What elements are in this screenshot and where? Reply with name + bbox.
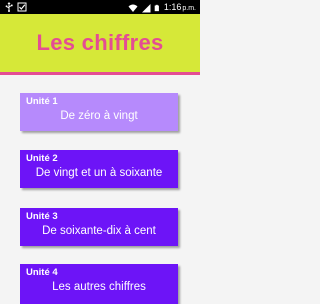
unit-number: Unité 3 [26,211,58,222]
unit-label: De vingt et un à soixante [35,167,163,179]
clock-time: 1:16 [163,2,182,12]
signal-icon [141,4,151,13]
unit-card-2[interactable]: Unité 2 De vingt et un à soixante [20,150,178,188]
unit-number: Unité 4 [26,267,58,278]
unit-card-4[interactable]: Unité 4 Les autres chiffres [20,264,178,304]
page-title: Les chiffres [36,30,164,55]
unit-label: De zéro à vingt [60,110,138,122]
unit-card-3[interactable]: Unité 3 De soixante-dix à cent [20,208,178,246]
clock-ampm: p.m. [182,5,196,12]
battery-icon [154,4,159,12]
unit-label: De soixante-dix à cent [42,225,156,237]
checkbox-icon [17,2,27,12]
status-bar-notifications [4,2,27,12]
header-divider [0,72,200,75]
unit-card-1[interactable]: Unité 1 De zéro à vingt [20,93,178,131]
status-bar-system: 1:16p.m. [128,1,196,15]
unit-label: Les autres chiffres [52,281,146,293]
wifi-icon [128,4,138,12]
unit-number: Unité 1 [26,96,58,107]
unit-number: Unité 2 [26,153,58,164]
app-header: Les chiffres [0,14,200,72]
status-bar-clock: 1:16p.m. [164,1,196,15]
usb-icon [5,2,13,12]
status-bar: 1:16p.m. [0,0,200,14]
